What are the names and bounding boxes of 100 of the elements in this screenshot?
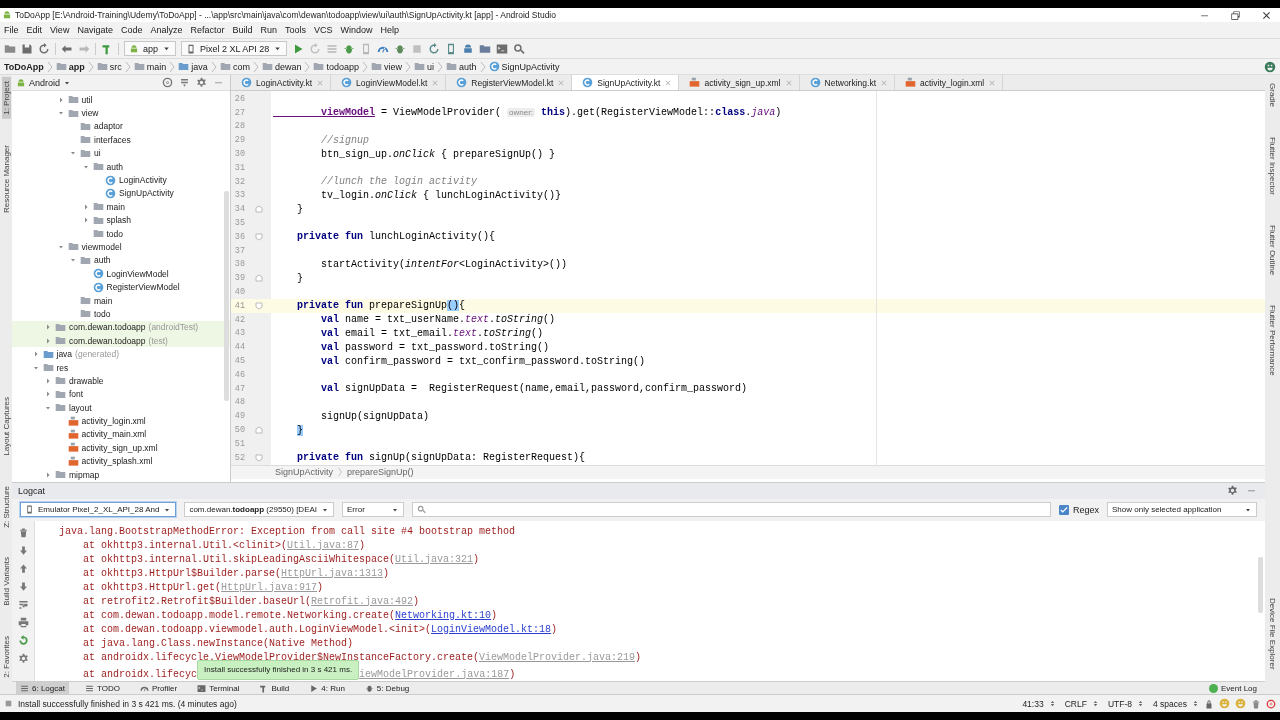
tool-tab[interactable]: TODO [80,682,124,694]
profile-icon[interactable] [1264,60,1276,73]
collapsed-arrow-icon[interactable] [44,323,52,332]
tree-item[interactable]: font [12,387,230,401]
save-icon[interactable] [21,42,33,55]
restore-icon[interactable] [1230,9,1241,21]
close-icon[interactable] [1261,9,1272,21]
editor-tab[interactable]: LoginActivity.kt [231,75,332,90]
status-item[interactable]: UTF-8 [1107,698,1132,709]
tree-item[interactable]: drawable [12,374,230,388]
locate-icon[interactable] [162,77,173,88]
run-icon[interactable] [292,42,305,55]
breadcrumb-item[interactable]: view [370,61,402,72]
menu-item[interactable]: Refactor [190,25,225,35]
stop-icon[interactable] [411,42,424,55]
breadcrumb-item[interactable]: dewan [261,61,302,72]
breadcrumb-item[interactable]: ToDoApp [4,61,44,72]
tree-item[interactable]: LoginViewModel [12,267,230,281]
project-view-dropdown[interactable]: Android [16,77,72,88]
trash-icon[interactable] [17,526,29,538]
breadcrumb-item[interactable]: src [96,61,122,72]
status-item[interactable]: CRLF [1064,698,1087,709]
tool-tab[interactable]: 6: Logcat [16,682,69,694]
tree-item[interactable]: java (generated) [12,347,230,361]
breadcrumb-item[interactable]: java [178,61,208,72]
tree-item[interactable]: SignUpActivity [12,186,230,201]
device-dropdown[interactable]: Emulator Pixel_2_XL_API_28 And [20,502,177,517]
event-log-tab[interactable]: Event Log [1204,682,1261,694]
project-structure-icon[interactable] [479,42,492,55]
source-link[interactable]: LoginViewModel.kt:18 [431,623,552,635]
tool-window-tab[interactable]: 2: Favorites [1,632,11,682]
breadcrumb-item[interactable]: todoapp [313,61,359,72]
editor-tab[interactable]: Networking.kt [799,75,895,90]
settings-icon[interactable] [1227,485,1238,496]
fold-marker-icon[interactable] [255,274,263,283]
editor-tab[interactable]: SignUpActivity.kt [572,75,680,90]
tree-item[interactable]: activity_sign_up.xml [12,441,230,455]
trash-icon[interactable] [1251,698,1261,709]
tree-item[interactable]: activity_splash.xml [12,454,230,468]
status-item[interactable]: 41:33 [1022,698,1044,709]
tool-window-tab[interactable]: Z: Structure [1,481,11,532]
fold-marker-icon[interactable] [255,453,263,462]
tree-item[interactable]: com.dewan.todoapp (test) [12,334,230,348]
tree-item[interactable]: LoginActivity [12,173,230,187]
tree-item[interactable]: todo [12,307,230,321]
editor-tab[interactable]: activity_sign_up.xml [679,75,800,90]
tree-item[interactable]: viewmodel [12,240,230,254]
bug-icon[interactable] [343,42,356,55]
device-dropdown[interactable]: Pixel 2 XL API 28 [181,41,288,56]
tool-window-tab[interactable]: Device File Explorer [1268,594,1277,674]
tool-window-tab[interactable]: 1: Project [1,77,11,119]
tool-tab[interactable]: 5: Debug [360,682,414,694]
tree-item[interactable]: view [12,106,230,120]
collapsed-arrow-icon[interactable] [44,376,52,385]
tool-window-tab[interactable]: Layout Captures [1,392,11,460]
settings-icon[interactable] [196,77,207,88]
breadcrumb-item[interactable]: SignUpActivity [488,61,560,72]
tool-window-tab[interactable]: Build Variants [1,553,11,611]
menu-item[interactable]: VCS [314,25,333,35]
tool-window-tab[interactable]: Gradle [1268,79,1277,111]
run-config-dropdown[interactable]: app [124,41,177,56]
lock-icon[interactable] [1204,698,1214,709]
tree-item[interactable]: mipmap [12,467,230,482]
collapsed-arrow-icon[interactable] [44,390,52,399]
tree-item[interactable]: interfaces [12,133,230,147]
tool-tab[interactable]: 4: Run [305,682,349,694]
open-folder-icon[interactable] [4,42,16,55]
tree-item[interactable]: splash [12,213,230,227]
source-link[interactable]: Networking.kt:10 [395,609,492,621]
restart-icon[interactable] [17,634,29,646]
apply-changes-icon[interactable] [309,42,322,55]
editor-tab[interactable]: activity_login.xml [895,75,1004,90]
tree-item[interactable]: todo [12,226,230,241]
error-icon[interactable] [1266,698,1276,709]
breadcrumb-item[interactable]: SignUpActivity [275,467,334,477]
search-icon[interactable] [513,42,526,55]
menu-item[interactable]: Help [380,25,400,35]
tree-item[interactable]: activity_login.xml [12,414,230,428]
print-icon[interactable] [17,616,29,628]
tree-item[interactable]: adaptor [12,119,230,134]
menu-item[interactable]: Analyze [150,25,183,35]
collapsed-arrow-icon[interactable] [44,336,52,345]
breadcrumb-item[interactable]: auth [446,61,477,72]
tool-tab[interactable]: Build [255,682,294,694]
menu-item[interactable]: File [4,25,19,35]
breadcrumb-item[interactable]: com [219,61,250,72]
breadcrumb-item[interactable]: prepareSignUp() [347,467,414,477]
breadcrumb-item[interactable]: app [55,61,85,72]
tool-tab[interactable]: Terminal [193,682,244,694]
fold-marker-icon[interactable] [255,205,263,214]
up-arrow-icon[interactable] [17,562,29,574]
log-level-dropdown[interactable]: Error [342,502,405,517]
soft-wrap-icon[interactable] [17,598,29,610]
attach-debugger-icon[interactable] [394,42,407,55]
tree-item[interactable]: com.dewan.todoapp (androidTest) [12,320,230,335]
fold-marker-icon[interactable] [255,301,263,310]
breadcrumb-item[interactable]: ui [414,61,434,72]
tree-item[interactable]: ui [12,146,230,160]
terminal-icon[interactable] [496,42,509,55]
editor-tab[interactable]: LoginViewModel.kt [331,75,447,90]
